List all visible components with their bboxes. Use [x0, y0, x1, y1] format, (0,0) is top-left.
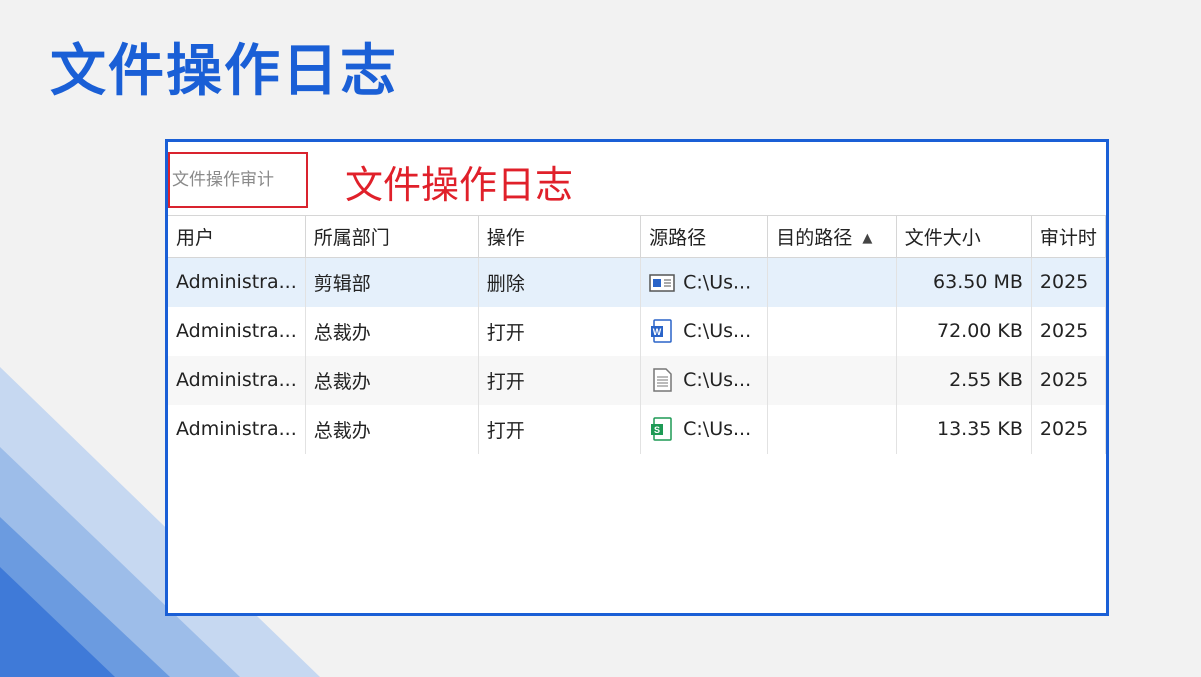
table-row[interactable]: Administra... 总裁办 打开 S C:\Us... 13.35 KB… — [168, 404, 1106, 454]
cell-file-size: 2.55 KB — [896, 355, 1032, 405]
cell-department: 总裁办 — [305, 404, 479, 454]
cell-dest-path — [767, 355, 897, 405]
cell-department: 总裁办 — [305, 355, 479, 405]
slide-title: 文件操作日志 — [50, 39, 398, 104]
column-header-operation[interactable]: 操作 — [478, 215, 642, 258]
cell-source-path: W C:\Us... — [640, 306, 769, 356]
cell-source-path: C:\Us... — [640, 355, 769, 405]
cell-source-path: C:\Us... — [640, 257, 769, 307]
column-header-user[interactable]: 用户 — [168, 215, 306, 258]
cell-file-size: 63.50 MB — [896, 257, 1032, 307]
svg-text:S: S — [654, 425, 660, 435]
table-row[interactable]: Administra... 总裁办 打开 C:\Us... 2.55 KB 20… — [168, 355, 1106, 405]
cell-audit-time: 2025 — [1031, 306, 1106, 356]
toolbar: 文件操作审计 文件操作日志 — [168, 147, 1106, 215]
word-doc-icon: W — [651, 319, 672, 343]
cell-operation: 打开 — [478, 355, 642, 405]
cell-department: 总裁办 — [305, 306, 479, 356]
cell-operation: 删除 — [478, 257, 642, 307]
cell-file-size: 13.35 KB — [896, 404, 1032, 454]
column-header-dest-path[interactable]: 目的路径 ▲ — [767, 215, 897, 258]
cell-dest-path — [767, 404, 897, 454]
cell-audit-time: 2025 — [1031, 404, 1106, 454]
cell-department: 剪辑部 — [305, 257, 479, 307]
cell-source-path: S C:\Us... — [640, 404, 769, 454]
cell-user: Administra... — [168, 404, 306, 454]
cell-audit-time: 2025 — [1031, 257, 1106, 307]
text-file-icon — [653, 368, 672, 392]
cell-file-size: 72.00 KB — [896, 306, 1032, 356]
cell-user: Administra... — [168, 306, 306, 356]
column-header-department[interactable]: 所属部门 — [305, 215, 479, 258]
svg-text:W: W — [653, 327, 662, 337]
column-header-audit-time[interactable]: 审计时 — [1031, 215, 1106, 258]
generic-file-icon — [649, 273, 675, 292]
cell-dest-path — [767, 306, 897, 356]
column-header-file-size[interactable]: 文件大小 — [896, 215, 1032, 258]
sort-ascending-icon: ▲ — [862, 231, 873, 246]
tab-file-audit[interactable]: 文件操作审计 — [168, 152, 308, 208]
cell-user: Administra... — [168, 257, 306, 307]
file-log-table: 用户 所属部门 操作 源路径 目的路径 ▲ 文件大小 审计时 Administra… — [168, 215, 1106, 454]
spreadsheet-icon: S — [651, 417, 672, 441]
cell-dest-path — [767, 257, 897, 307]
annotation-label: 文件操作日志 — [345, 163, 574, 207]
screenshot-frame: 文件操作审计 文件操作日志 用户 所属部门 操作 源路径 目的路径 ▲ 文件大小 … — [165, 139, 1109, 616]
cell-audit-time: 2025 — [1031, 355, 1106, 405]
cell-operation: 打开 — [478, 306, 642, 356]
table-header-row: 用户 所属部门 操作 源路径 目的路径 ▲ 文件大小 审计时 — [168, 215, 1106, 258]
table-row[interactable]: Administra... 剪辑部 删除 C:\Us... 63.50 MB 2… — [168, 257, 1106, 307]
cell-user: Administra... — [168, 355, 306, 405]
column-header-source-path[interactable]: 源路径 — [640, 215, 769, 258]
table-row[interactable]: Administra... 总裁办 打开 W C:\Us... 72.00 KB… — [168, 306, 1106, 356]
cell-operation: 打开 — [478, 404, 642, 454]
